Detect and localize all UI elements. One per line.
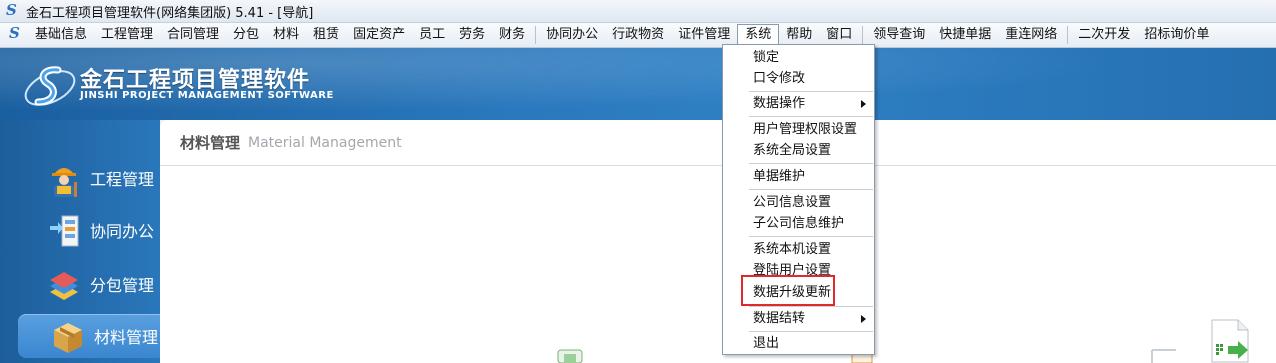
sidebar-item-label: 分包管理 — [90, 276, 155, 295]
menu-item-change-password[interactable]: 口令修改 — [723, 68, 874, 89]
menu-item-user-permissions[interactable]: 用户管理权限设置 — [723, 119, 874, 140]
menu-window[interactable]: 窗口 — [819, 24, 859, 46]
brand-subtitle: JINSHI PROJECT MANAGEMENT SOFTWARE — [80, 90, 334, 101]
menu-contract-mgmt[interactable]: 合同管理 — [160, 24, 226, 46]
menu-quick-docs[interactable]: 快捷单据 — [932, 24, 998, 46]
worker-icon — [52, 168, 77, 197]
menu-separator — [749, 306, 873, 307]
sidebar-item-subcontract[interactable]: 分包管理 — [0, 262, 160, 306]
menu-secondary-dev[interactable]: 二次开发 — [1071, 24, 1137, 46]
content-panel: 材料管理 Material Management — [160, 120, 1276, 363]
sidebar-item-collaboration[interactable]: 协同办公 — [0, 208, 160, 252]
menu-item-data-carryover[interactable]: 数据结转 — [723, 308, 874, 329]
menu-item-label: 数据操作 — [753, 96, 806, 111]
module-icon[interactable] — [556, 346, 584, 363]
submenu-arrow-icon — [861, 315, 866, 323]
menu-separator — [749, 91, 873, 92]
menu-item-lock[interactable]: 锁定 — [723, 47, 874, 68]
menu-app-icon[interactable] — [4, 24, 26, 46]
menu-separator — [749, 236, 873, 237]
menubar: 基础信息 工程管理 合同管理 分包 材料 租赁 固定资产 员工 劳务 财务 协同… — [0, 23, 1276, 48]
module-icon[interactable] — [1150, 346, 1178, 363]
menu-lease[interactable]: 租赁 — [306, 24, 346, 46]
sidebar-item-material-mgmt[interactable]: 材料管理 — [18, 314, 160, 358]
sidebar-item-label: 协同办公 — [90, 222, 155, 241]
menu-separator — [1067, 26, 1069, 44]
menu-help[interactable]: 帮助 — [779, 24, 819, 46]
menu-item-subsidiary-info[interactable]: 子公司信息维护 — [723, 213, 874, 234]
window-title: 金石工程项目管理软件(网络集团版) 5.41 - [导航] — [26, 5, 314, 21]
page-title: 材料管理 — [180, 134, 241, 152]
menu-separator — [749, 189, 873, 190]
menu-finance[interactable]: 财务 — [492, 24, 532, 46]
menu-admin-supplies[interactable]: 行政物资 — [605, 24, 671, 46]
menu-item-local-settings[interactable]: 系统本机设置 — [723, 239, 874, 260]
content-header: 材料管理 Material Management — [160, 120, 1276, 166]
subcontract-icon — [50, 272, 78, 300]
jinshi-logo-icon — [24, 66, 76, 106]
window-titlebar: 金石工程项目管理软件(网络集团版) 5.41 - [导航] — [0, 0, 1276, 23]
menu-material[interactable]: 材料 — [266, 24, 306, 46]
menu-leader-query[interactable]: 领导查询 — [866, 24, 932, 46]
menu-item-global-settings[interactable]: 系统全局设置 — [723, 140, 874, 161]
sidebar-item-label: 材料管理 — [94, 328, 159, 347]
header-banner: 金石工程项目管理软件 JINSHI PROJECT MANAGEMENT SOF… — [0, 48, 1276, 120]
menu-separator — [535, 26, 537, 44]
menu-tender-inquiry[interactable]: 招标询价单 — [1137, 24, 1216, 46]
app-logo-icon — [4, 1, 20, 19]
menu-collaboration[interactable]: 协同办公 — [539, 24, 605, 46]
menu-separator — [749, 331, 873, 332]
menu-item-document-maintenance[interactable]: 单据维护 — [723, 166, 874, 187]
material-box-icon — [54, 323, 82, 353]
menu-subcontract[interactable]: 分包 — [226, 24, 266, 46]
menu-reconnect[interactable]: 重连网络 — [998, 24, 1064, 46]
menu-item-company-info[interactable]: 公司信息设置 — [723, 192, 874, 213]
menu-item-data-operations[interactable]: 数据操作 — [723, 93, 874, 114]
export-document-icon[interactable] — [1210, 318, 1250, 363]
menu-item-exit[interactable]: 退出 — [723, 333, 874, 354]
highlight-box — [741, 275, 835, 306]
menu-staff[interactable]: 员工 — [412, 24, 452, 46]
sidebar: 工程管理 协同办公 分包管理 材料管理 — [0, 120, 160, 363]
menu-project-mgmt[interactable]: 工程管理 — [94, 24, 160, 46]
collaboration-icon — [50, 215, 79, 247]
menu-system[interactable]: 系统 — [737, 24, 780, 46]
submenu-arrow-icon — [861, 100, 866, 108]
page-subtitle: Material Management — [248, 134, 402, 151]
menu-labor[interactable]: 劳务 — [452, 24, 492, 46]
menu-item-label: 数据结转 — [753, 311, 806, 326]
menu-certificates[interactable]: 证件管理 — [671, 24, 737, 46]
menu-separator — [749, 116, 873, 117]
system-dropdown-menu: 锁定 口令修改 数据操作 用户管理权限设置 系统全局设置 单据维护 公司信息设置… — [722, 44, 875, 355]
menu-separator — [749, 163, 873, 164]
menu-fixed-assets[interactable]: 固定资产 — [346, 24, 412, 46]
menu-basic-info[interactable]: 基础信息 — [28, 24, 94, 46]
sidebar-item-project-mgmt[interactable]: 工程管理 — [0, 156, 160, 200]
menu-separator — [862, 26, 864, 44]
sidebar-item-label: 工程管理 — [90, 170, 155, 189]
